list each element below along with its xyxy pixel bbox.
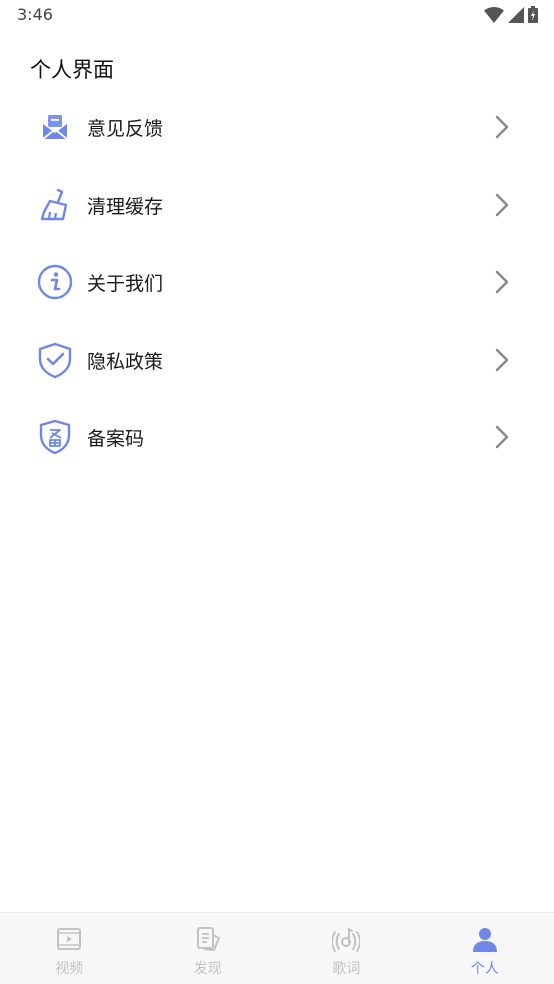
battery-icon [528, 6, 538, 23]
tab-label: 发现 [193, 961, 222, 977]
chevron-right-icon [495, 193, 509, 216]
menu-item-record-code[interactable]: 备案码 [0, 398, 554, 476]
tab-label: 视频 [55, 961, 84, 977]
tab-video[interactable]: 视频 [0, 913, 139, 984]
chevron-right-icon [495, 348, 509, 371]
discover-icon [196, 927, 220, 951]
page-title: 个人界面 [30, 58, 114, 82]
feedback-envelope-icon [42, 115, 68, 140]
menu-item-about-us[interactable]: 关于我们 [0, 243, 554, 321]
menu-item-label: 备案码 [87, 428, 145, 450]
cell-signal-icon [508, 6, 524, 23]
wifi-icon [484, 6, 504, 23]
info-icon [37, 264, 73, 300]
tab-personal[interactable]: 个人 [416, 913, 554, 984]
shield-check-icon [38, 342, 72, 378]
tab-label: 个人 [470, 961, 499, 977]
menu-item-label: 清理缓存 [87, 195, 164, 218]
menu-item-privacy-policy[interactable]: 隐私政策 [0, 321, 554, 399]
menu-item-feedback[interactable]: 意见反馈 [0, 88, 554, 166]
menu-item-label: 意见反馈 [87, 118, 164, 140]
menu-item-label: 关于我们 [87, 273, 164, 295]
record-badge-icon [39, 419, 71, 455]
lyrics-icon [332, 927, 361, 952]
menu-list: 意见反馈 清理缓存 关于我们 隐私政策 备案码 [0, 88, 554, 476]
chevron-right-icon [495, 425, 509, 449]
menu-item-clear-cache[interactable]: 清理缓存 [0, 166, 554, 244]
status-icons [484, 6, 538, 23]
status-time: 3:46 [17, 5, 53, 24]
bottom-tab-bar: 视频 发现 歌词 个人 [0, 912, 554, 984]
video-icon [57, 928, 82, 950]
person-icon [472, 928, 497, 952]
chevron-right-icon [495, 115, 509, 139]
tab-discover[interactable]: 发现 [139, 913, 278, 984]
tab-lyrics[interactable]: 歌词 [277, 913, 416, 984]
broom-icon [40, 188, 68, 220]
status-bar: 3:46 [0, 0, 554, 30]
menu-item-label: 隐私政策 [87, 350, 164, 373]
tab-label: 歌词 [332, 961, 361, 977]
chevron-right-icon [495, 270, 509, 294]
